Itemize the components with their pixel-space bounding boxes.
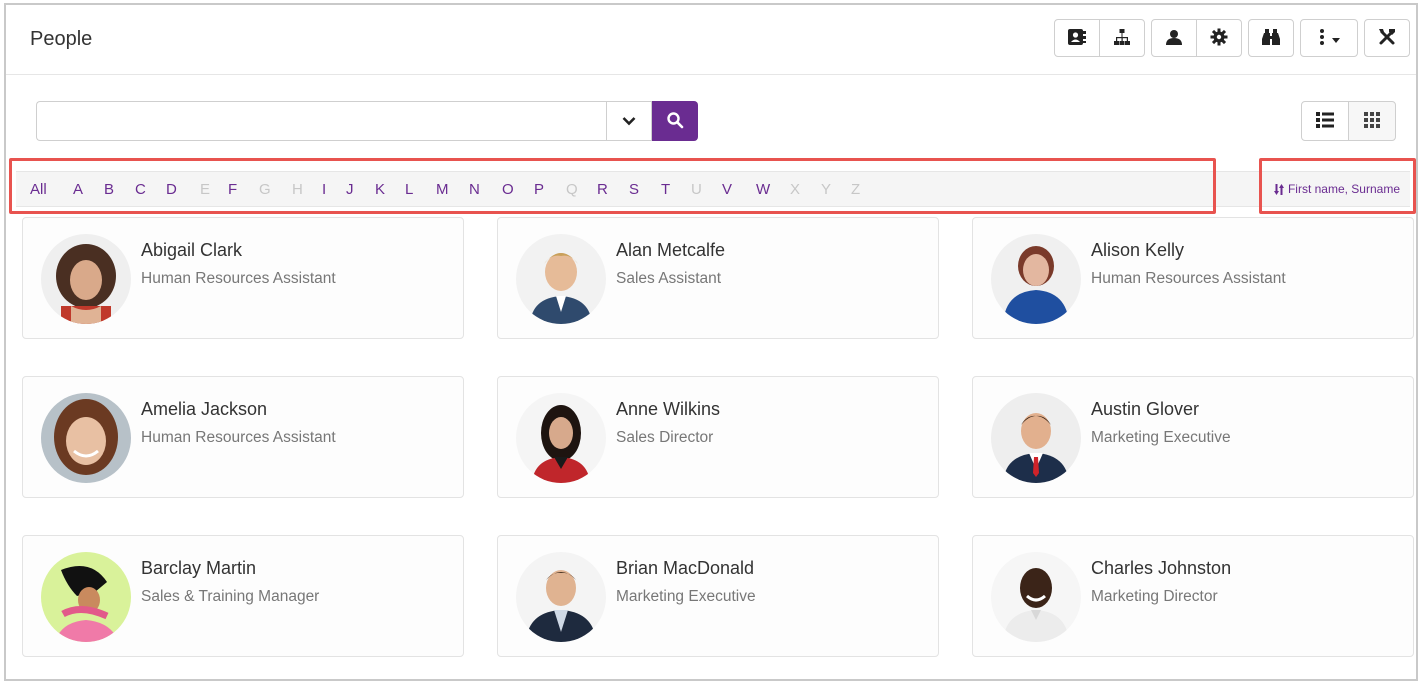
person-name[interactable]: Abigail Clark (141, 240, 242, 261)
person-name[interactable]: Alison Kelly (1091, 240, 1184, 261)
person-name[interactable]: Amelia Jackson (141, 399, 267, 420)
person-role: Marketing Executive (616, 588, 756, 605)
search-button[interactable] (652, 101, 698, 141)
person-name[interactable]: Charles Johnston (1091, 558, 1231, 579)
person-card[interactable]: Anne Wilkins Sales Director (497, 376, 939, 498)
person-name[interactable]: Brian MacDonald (616, 558, 754, 579)
avatar (991, 393, 1081, 483)
person-card[interactable]: Amelia Jackson Human Resources Assistant (22, 376, 464, 498)
person-role: Sales Assistant (616, 270, 722, 287)
panel-header: People (6, 5, 1416, 75)
person-name[interactable]: Austin Glover (1091, 399, 1199, 420)
person-card[interactable]: Barclay Martin Sales & Training Manager (22, 535, 464, 657)
avatar (41, 234, 131, 324)
avatar (991, 234, 1081, 324)
avatar (41, 552, 131, 642)
settings-button[interactable] (1196, 19, 1242, 57)
page-title: People (30, 28, 93, 50)
person-role: Human Resources Assistant (141, 429, 336, 446)
person-card[interactable]: Alison Kelly Human Resources Assistant (972, 217, 1414, 339)
toolbar (1048, 19, 1410, 57)
person-card[interactable]: Austin Glover Marketing Executive (972, 376, 1414, 498)
person-card[interactable]: Brian MacDonald Marketing Executive (497, 535, 939, 657)
list-view-icon (1316, 111, 1334, 131)
user-button[interactable] (1151, 19, 1197, 57)
person-role: Sales & Training Manager (141, 588, 320, 605)
person-role: Human Resources Assistant (141, 270, 336, 287)
search-bar (36, 101, 698, 141)
grid-view-icon (1364, 111, 1380, 131)
view-mode-toggle (1301, 101, 1396, 141)
person-card[interactable]: Abigail Clark Human Resources Assistant (22, 217, 464, 339)
chevron-down-icon (622, 114, 636, 129)
search-input[interactable] (36, 101, 606, 141)
contact-card-icon (1067, 28, 1087, 49)
caret-down-icon (1332, 31, 1340, 46)
avatar (516, 234, 606, 324)
person-name[interactable]: Alan Metcalfe (616, 240, 725, 261)
person-role: Sales Director (616, 429, 714, 446)
org-chart-button[interactable] (1099, 19, 1145, 57)
contact-card-button[interactable] (1054, 19, 1100, 57)
person-role: Human Resources Assistant (1091, 270, 1286, 287)
avatar (991, 552, 1081, 642)
more-vertical-icon (1318, 28, 1326, 49)
search-options-dropdown[interactable] (606, 101, 652, 141)
avatar (41, 393, 131, 483)
grid-view-button[interactable] (1348, 101, 1396, 141)
list-view-button[interactable] (1301, 101, 1349, 141)
tools-icon (1377, 27, 1397, 50)
alphabet-filter-highlight (9, 158, 1216, 214)
people-cards: Abigail Clark Human Resources Assistant Al… (20, 215, 1414, 665)
person-name[interactable]: Barclay Martin (141, 558, 256, 579)
org-chart-icon (1113, 28, 1131, 49)
more-options-dropdown[interactable] (1300, 19, 1358, 57)
person-role: Marketing Director (1091, 588, 1218, 605)
user-icon (1165, 28, 1183, 49)
person-role: Marketing Executive (1091, 429, 1231, 446)
search-icon (666, 111, 684, 132)
person-card[interactable]: Charles Johnston Marketing Director (972, 535, 1414, 657)
tools-button[interactable] (1364, 19, 1410, 57)
person-card[interactable]: Alan Metcalfe Sales Assistant (497, 217, 939, 339)
gear-icon (1210, 28, 1228, 49)
people-panel: People All A B C D E F G H I J K L M N O… (4, 3, 1418, 681)
person-name[interactable]: Anne Wilkins (616, 399, 720, 420)
avatar (516, 393, 606, 483)
find-button[interactable] (1248, 19, 1294, 57)
avatar (516, 552, 606, 642)
sort-order-highlight (1259, 158, 1416, 214)
binoculars-icon (1261, 28, 1281, 49)
